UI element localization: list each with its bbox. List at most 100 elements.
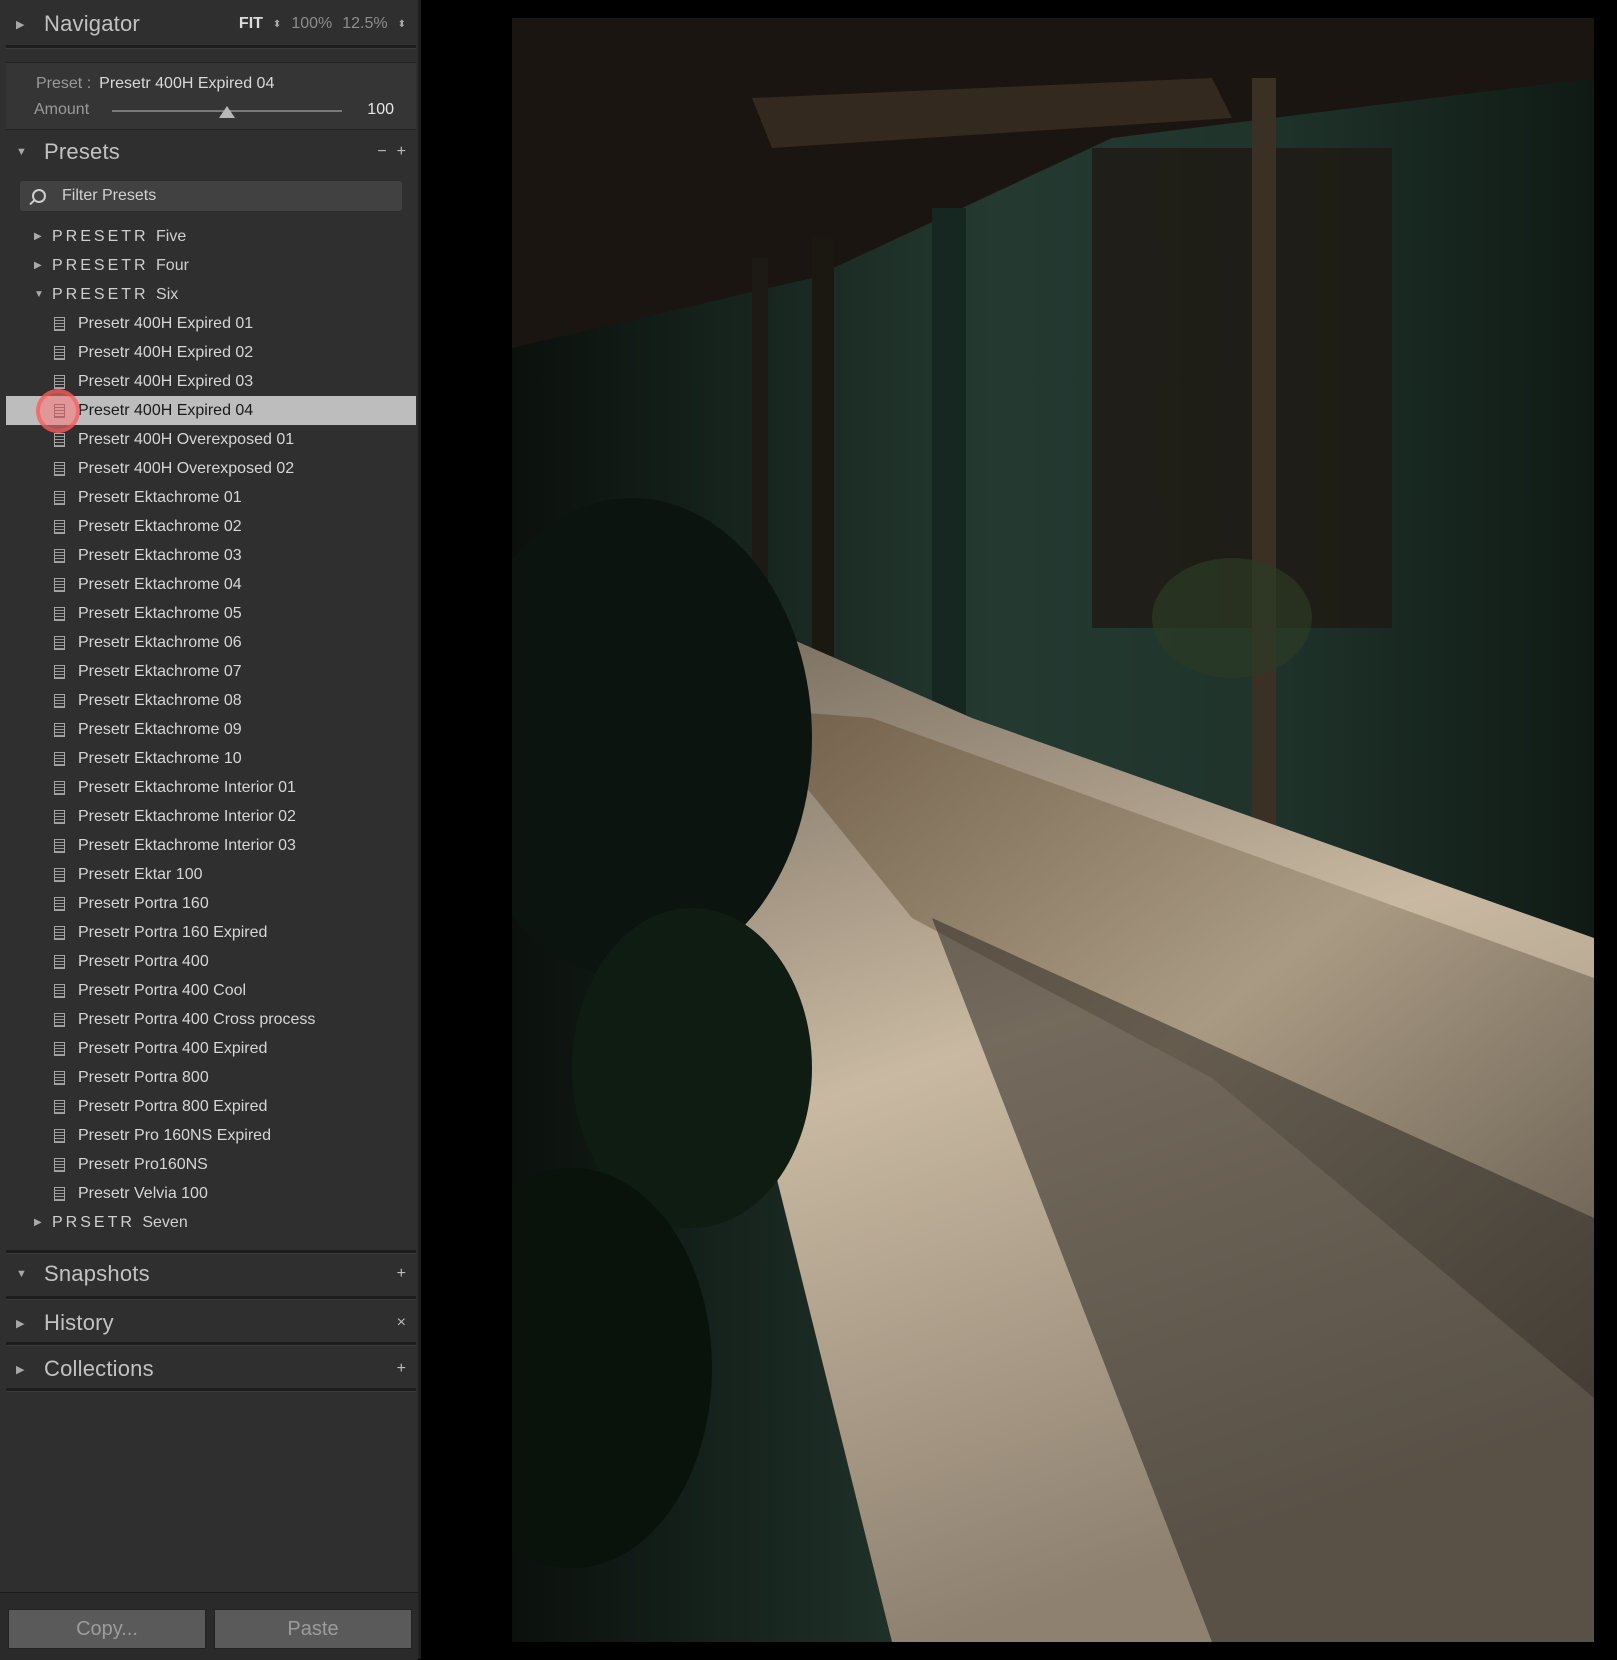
collections-divider (6, 1388, 416, 1392)
preset-document-icon (54, 896, 65, 911)
preset-item[interactable]: Presetr Ektachrome 08 (6, 686, 416, 715)
collections-header[interactable]: ▶ Collections + (6, 1348, 416, 1390)
preset-document-icon (54, 751, 65, 766)
expanded-triangle-icon[interactable]: ▼ (16, 1268, 30, 1280)
photo-image (512, 18, 1594, 1642)
preset-document-icon (54, 1070, 65, 1085)
history-divider (6, 1342, 416, 1346)
panel-divider[interactable] (418, 0, 421, 1659)
preset-item[interactable]: Presetr Portra 160 Expired (6, 918, 416, 947)
preset-item-label: Presetr Portra 400 Cross process (78, 1010, 316, 1028)
preset-item[interactable]: Presetr Ektachrome 09 (6, 715, 416, 744)
add-snapshot-icon[interactable]: + (397, 1265, 406, 1283)
preset-document-icon (54, 1012, 65, 1027)
collapsed-triangle-icon[interactable]: ▶ (16, 1363, 30, 1376)
preset-folder-prefix: PRESETR (52, 227, 149, 245)
photo-canvas[interactable] (512, 18, 1594, 1642)
preset-item-label: Presetr Ektachrome 05 (78, 604, 242, 622)
preset-item-label: Presetr Ektachrome 02 (78, 517, 242, 535)
preset-item[interactable]: Presetr Ektachrome 05 (6, 599, 416, 628)
preset-item[interactable]: Presetr Portra 160 (6, 889, 416, 918)
preset-item[interactable]: Presetr Portra 800 Expired (6, 1092, 416, 1121)
zoom-fit-button[interactable]: FIT (239, 15, 263, 33)
folder-collapsed-icon[interactable]: ▶ (34, 231, 52, 242)
preset-item[interactable]: Presetr Ektachrome 01 (6, 483, 416, 512)
preset-item-selected[interactable]: Presetr 400H Expired 04 (6, 383, 416, 439)
preset-item[interactable]: Presetr Pro160NS (6, 1150, 416, 1179)
preset-item[interactable]: Presetr 400H Expired 03 (6, 367, 416, 396)
amount-label: Amount (34, 101, 90, 118)
preset-folder-suffix: Four (156, 256, 189, 274)
preset-item-label: Presetr Ektar 100 (78, 865, 203, 883)
preset-folder[interactable]: ▶ PRSETR Seven (6, 1208, 416, 1237)
preset-item[interactable]: Presetr Ektachrome 03 (6, 541, 416, 570)
preset-document-icon (54, 316, 65, 331)
preset-item[interactable]: Presetr Ektachrome 07 (6, 657, 416, 686)
preset-document-icon (54, 983, 65, 998)
remove-preset-icon[interactable]: − (377, 143, 386, 161)
add-collection-icon[interactable]: + (397, 1360, 406, 1378)
paste-button[interactable]: Paste (214, 1609, 412, 1649)
expanded-triangle-icon[interactable]: ▼ (16, 146, 30, 158)
preset-folder-suffix: Seven (142, 1213, 188, 1231)
preset-item[interactable]: Presetr Ektachrome 02 (6, 512, 416, 541)
preset-item[interactable]: Presetr 400H Overexposed 01 (6, 425, 416, 454)
amount-value[interactable]: 100 (367, 101, 394, 119)
preset-item[interactable]: Presetr Portra 400 (6, 947, 416, 976)
preset-item[interactable]: Presetr Portra 400 Expired (6, 1034, 416, 1063)
snapshots-header[interactable]: ▼ Snapshots + (6, 1254, 416, 1294)
presets-header-actions: − + (377, 143, 406, 161)
preset-document-icon (54, 606, 65, 621)
preset-document-icon (54, 867, 65, 882)
preset-item[interactable]: Presetr Velvia 100 (6, 1179, 416, 1208)
collapsed-triangle-icon[interactable]: ▶ (16, 18, 30, 31)
zoom-fit-stepper-icon[interactable]: ⬍ (273, 19, 281, 30)
amount-row: Amount 100 (34, 101, 394, 121)
preset-amount-box: Preset : Presetr 400H Expired 04 Amount 1… (6, 62, 416, 130)
folder-collapsed-icon[interactable]: ▶ (34, 1217, 52, 1228)
preset-item[interactable]: Presetr Ektachrome 06 (6, 628, 416, 657)
preset-item-label: Presetr Ektachrome 08 (78, 691, 242, 709)
preset-item[interactable]: Presetr Portra 400 Cool (6, 976, 416, 1005)
filter-presets-input[interactable] (60, 186, 364, 206)
preset-item[interactable]: Presetr 400H Overexposed 02 (6, 454, 416, 483)
preset-item[interactable]: Presetr Ektachrome 10 (6, 744, 416, 773)
preset-item[interactable]: Presetr Ektachrome Interior 01 (6, 773, 416, 802)
collections-title: Collections (44, 1356, 154, 1381)
navigator-header[interactable]: ▶ Navigator FIT ⬍ 100% 12.5% ⬍ (6, 4, 416, 44)
copy-button[interactable]: Copy... (8, 1609, 206, 1649)
preset-item[interactable]: Presetr Ektar 100 (6, 860, 416, 889)
preset-item-label: Presetr Ektachrome 06 (78, 633, 242, 651)
preset-folder[interactable]: ▶ PRESETR Four (6, 251, 416, 280)
clear-history-icon[interactable]: × (397, 1314, 406, 1332)
collapsed-triangle-icon[interactable]: ▶ (16, 1317, 30, 1330)
preset-folder[interactable]: ▶ PRESETR Five (6, 222, 416, 251)
preset-item[interactable]: Presetr Portra 800 (6, 1063, 416, 1092)
preset-item[interactable]: Presetr Ektachrome Interior 03 (6, 831, 416, 860)
preset-folder[interactable]: ▼ PRESETR Six (6, 280, 416, 309)
folder-collapsed-icon[interactable]: ▶ (34, 260, 52, 271)
preset-item[interactable]: Presetr Ektachrome Interior 02 (6, 802, 416, 831)
left-panel: ▶ Navigator FIT ⬍ 100% 12.5% ⬍ Preset :P… (0, 0, 421, 1660)
filter-presets-field[interactable] (20, 181, 402, 211)
preset-item[interactable]: Presetr Pro 160NS Expired (6, 1121, 416, 1150)
presets-header[interactable]: ▼ Presets − + (6, 130, 416, 174)
navigator-zoom-controls: FIT ⬍ 100% 12.5% ⬍ (239, 15, 406, 33)
amount-slider-thumb[interactable] (219, 106, 235, 118)
preset-item[interactable]: Presetr 400H Expired 02 (6, 338, 416, 367)
zoom-125-button[interactable]: 12.5% (342, 15, 387, 33)
history-header[interactable]: ▶ History × (6, 1302, 416, 1344)
preset-item[interactable]: Presetr Portra 400 Cross process (6, 1005, 416, 1034)
preset-document-icon (54, 577, 65, 592)
zoom-100-button[interactable]: 100% (291, 15, 332, 33)
preset-folder-suffix: Five (156, 227, 187, 245)
folder-expanded-icon[interactable]: ▼ (34, 289, 52, 300)
preset-folder-label: PRESETR Four (52, 257, 189, 275)
preset-item[interactable]: Presetr Ektachrome 04 (6, 570, 416, 599)
preset-item[interactable]: Presetr 400H Expired 01 (6, 309, 416, 338)
presets-title: Presets (44, 139, 120, 164)
zoom-custom-stepper-icon[interactable]: ⬍ (398, 19, 406, 30)
preset-item-label: Presetr Ektachrome 09 (78, 720, 242, 738)
add-preset-icon[interactable]: + (397, 143, 406, 161)
preset-document-icon (54, 403, 65, 418)
